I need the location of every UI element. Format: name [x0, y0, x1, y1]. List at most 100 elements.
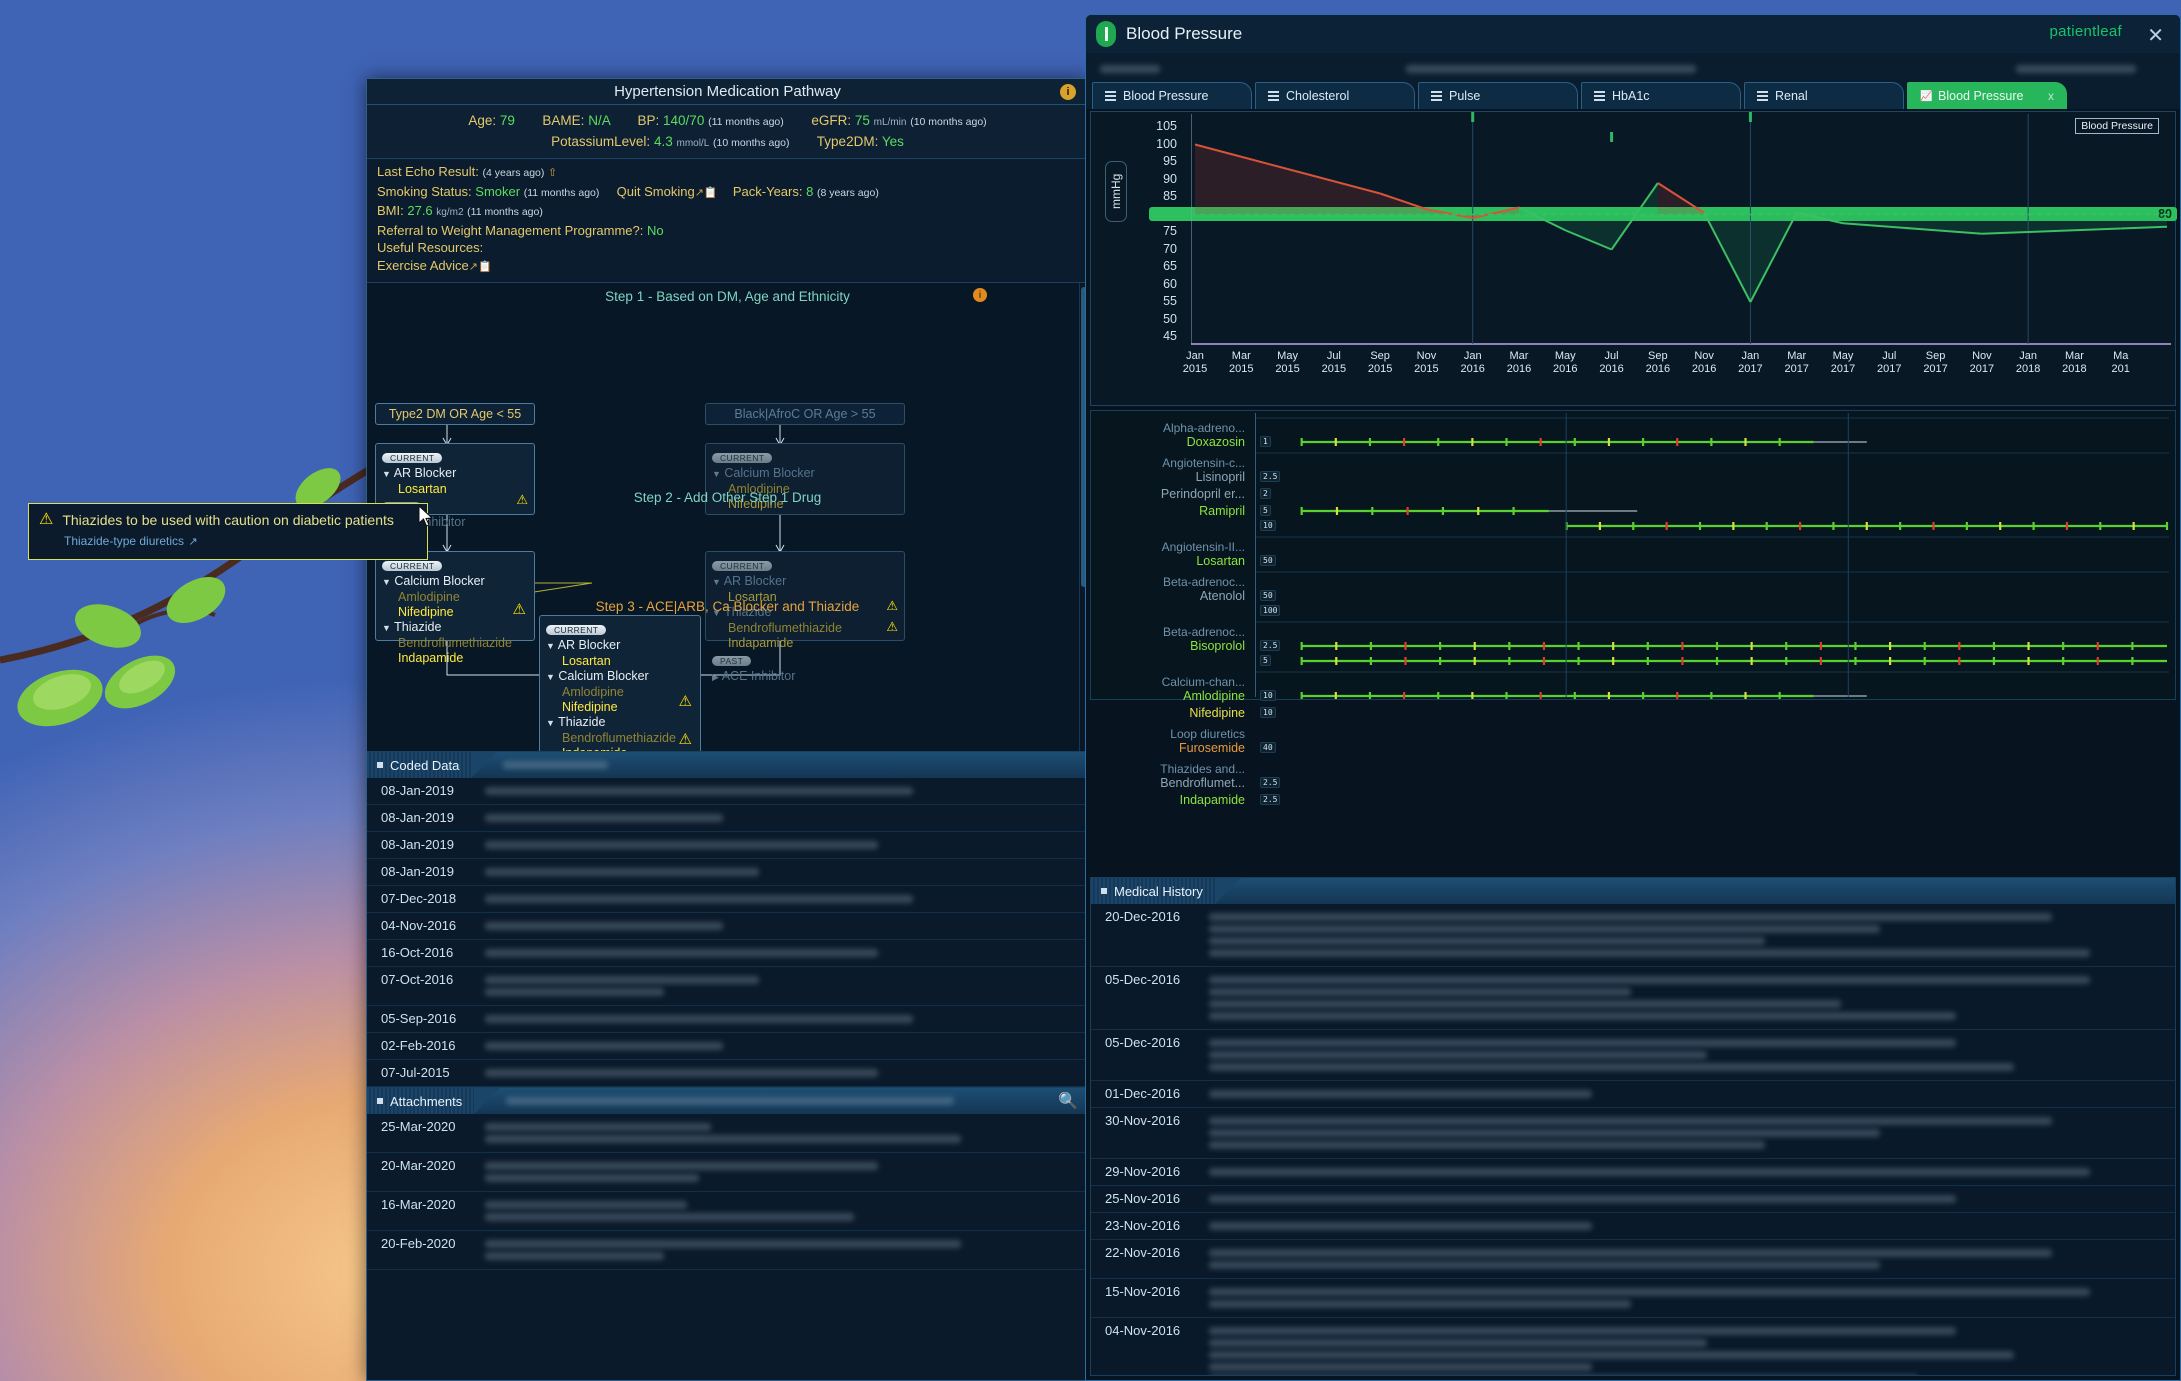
- timeline-drug-label[interactable]: Perindopril er...: [1095, 487, 1245, 501]
- medical-history-filter-input[interactable]: [1247, 882, 2169, 900]
- tab-label: Renal: [1775, 89, 1808, 103]
- list-item[interactable]: 15-Nov-2016: [1091, 1279, 2175, 1318]
- medical-history-list[interactable]: 20-Dec-201605-Dec-201605-Dec-201601-Dec-…: [1091, 904, 2175, 1375]
- condition-black-afroc-age[interactable]: Black|AfroC OR Age > 55: [705, 403, 905, 425]
- list-item[interactable]: 05-Dec-2016: [1091, 967, 2175, 1030]
- redacted-text: [485, 1174, 699, 1182]
- step1-info-icon[interactable]: i: [973, 288, 987, 302]
- drug-nifedipine[interactable]: Nifedipine: [546, 700, 694, 715]
- list-item[interactable]: 07-Jul-2015: [367, 1060, 1088, 1087]
- exercise-advice-link[interactable]: Exercise Advice: [377, 258, 469, 273]
- attachments-filter-input[interactable]: [506, 1092, 1052, 1110]
- timeline-drug-label[interactable]: Nifedipine: [1095, 706, 1245, 720]
- search-icon[interactable]: 🔍: [1058, 1091, 1078, 1111]
- timeline-drug-label[interactable]: Bendroflumet...: [1095, 776, 1245, 790]
- group-ace-inhibitor[interactable]: ▶ ACE Inhibitor: [712, 669, 898, 685]
- drug-bendroflumethiazide[interactable]: Bendroflumethiazide: [382, 636, 528, 651]
- group-thiazide[interactable]: ▼ Thiazide: [382, 620, 528, 636]
- tab-blood-pressure-5[interactable]: 📈Blood Pressurex: [1907, 82, 2067, 109]
- step3-current-medbox[interactable]: CURRENT ▼ AR Blocker Losartan ▼ Calcium …: [539, 615, 701, 751]
- group-thiazide[interactable]: ▼ Thiazide: [546, 715, 694, 731]
- list-item[interactable]: 29-Nov-2016: [1091, 1159, 2175, 1186]
- tab-cholesterol-1[interactable]: Cholesterol: [1255, 82, 1415, 109]
- medication-timeline[interactable]: Alpha-adreno...Doxazosin1Angiotensin-c..…: [1090, 410, 2176, 700]
- condition-type2dm-age[interactable]: Type2 DM OR Age < 55: [375, 403, 535, 425]
- tooltip-link[interactable]: Thiazide-type diuretics: [64, 534, 184, 548]
- tab-renal-4[interactable]: Renal: [1744, 82, 1904, 109]
- timeline-drug-label[interactable]: Furosemide: [1095, 741, 1245, 755]
- x-tick-label: Mar2016: [1496, 350, 1542, 376]
- list-item[interactable]: 16-Oct-2016: [367, 940, 1088, 967]
- list-item[interactable]: 23-Nov-2016: [1091, 1213, 2175, 1240]
- redacted-text: [485, 1201, 687, 1209]
- list-item[interactable]: 08-Jan-2019: [367, 778, 1088, 805]
- warning-icon[interactable]: ⚠: [679, 730, 692, 748]
- timeline-drug-label[interactable]: Losartan: [1095, 554, 1245, 568]
- coded-data-list[interactable]: 08-Jan-201908-Jan-201908-Jan-201908-Jan-…: [367, 778, 1088, 1087]
- timeline-drug-label[interactable]: Doxazosin: [1095, 435, 1245, 449]
- list-item[interactable]: 05-Dec-2016: [1091, 1030, 2175, 1081]
- redacted-text: [1209, 1012, 1956, 1020]
- drug-indapamide[interactable]: Indapamide: [712, 636, 898, 651]
- drug-amlodipine[interactable]: Amlodipine: [546, 685, 694, 700]
- group-calcium-blocker[interactable]: ▼ Calcium Blocker: [382, 574, 528, 590]
- list-item[interactable]: 22-Nov-2016: [1091, 1240, 2175, 1279]
- redacted-text: [485, 895, 913, 903]
- group-ar-blocker[interactable]: ▼ AR Blocker: [546, 638, 694, 654]
- list-item[interactable]: 20-Feb-2020: [367, 1231, 1088, 1270]
- attachments-list[interactable]: 25-Mar-202020-Mar-202016-Mar-202020-Feb-…: [367, 1114, 1088, 1270]
- tab-hba1c-3[interactable]: HbA1c: [1581, 82, 1741, 109]
- list-item[interactable]: 08-Jan-2019: [367, 832, 1088, 859]
- measurement-tabs[interactable]: Blood PressureCholesterolPulseHbA1c Renal…: [1086, 79, 2180, 109]
- close-tab-icon[interactable]: x: [2048, 89, 2054, 103]
- external-link-icon[interactable]: ↗: [189, 536, 198, 548]
- list-item[interactable]: 04-Nov-2016: [1091, 1318, 2175, 1375]
- list-item[interactable]: 02-Feb-2016: [367, 1033, 1088, 1060]
- external-link-icon[interactable]: ↗: [695, 187, 704, 199]
- timeline-drug-label[interactable]: Bisoprolol: [1095, 639, 1245, 653]
- list-item[interactable]: 20-Dec-2016: [1091, 904, 2175, 967]
- step2-alt-medbox[interactable]: CURRENT ▼ AR Blocker Losartan ▼ Thiazide…: [705, 551, 905, 641]
- list-item[interactable]: 07-Oct-2016: [367, 967, 1088, 1006]
- group-ar-blocker[interactable]: ▼ AR Blocker: [712, 574, 898, 590]
- tab-blood-pressure-0[interactable]: Blood Pressure: [1092, 82, 1252, 109]
- timeline-drug-label[interactable]: Lisinopril: [1095, 470, 1245, 484]
- step2-current-medbox[interactable]: CURRENT ▼ Calcium Blocker Amlodipine Nif…: [375, 551, 535, 641]
- list-item[interactable]: 07-Dec-2018: [367, 886, 1088, 913]
- list-item[interactable]: 16-Mar-2020: [367, 1192, 1088, 1231]
- timeline-drug-label[interactable]: Atenolol: [1095, 589, 1245, 603]
- timeline-dose-badge: 50: [1260, 590, 1276, 601]
- drug-indapamide[interactable]: Indapamide: [382, 651, 528, 666]
- timeline-drug-label[interactable]: Indapamide: [1095, 793, 1245, 807]
- redacted-text: [1209, 1363, 1592, 1371]
- blood-pressure-chart[interactable]: mmHg 1051009590858075706560555045 Jan201…: [1090, 111, 2176, 406]
- drug-bendroflumethiazide[interactable]: Bendroflumethiazide: [546, 731, 694, 746]
- clipboard-icon[interactable]: 📋: [478, 261, 492, 273]
- warning-icon[interactable]: ⚠: [886, 619, 898, 635]
- drug-losartan[interactable]: Losartan: [546, 654, 694, 669]
- timeline-drug-label[interactable]: Ramipril: [1095, 504, 1245, 518]
- warning-icon[interactable]: ⚠: [679, 692, 692, 710]
- list-item[interactable]: 30-Nov-2016: [1091, 1108, 2175, 1159]
- group-ar-blocker[interactable]: ▼ AR Blocker: [382, 466, 528, 482]
- upload-icon[interactable]: ⇧: [548, 167, 557, 179]
- list-item[interactable]: 08-Jan-2019: [367, 805, 1088, 832]
- tab-pulse-2[interactable]: Pulse: [1418, 82, 1578, 109]
- clipboard-icon[interactable]: 📋: [704, 187, 718, 199]
- group-calcium-blocker[interactable]: ▼ Calcium Blocker: [712, 466, 898, 482]
- external-link-icon[interactable]: ↗: [469, 261, 478, 273]
- list-item[interactable]: 08-Jan-2019: [367, 859, 1088, 886]
- list-item[interactable]: 05-Sep-2016: [367, 1006, 1088, 1033]
- list-item[interactable]: 25-Mar-2020: [367, 1114, 1088, 1153]
- list-item[interactable]: 20-Mar-2020: [367, 1153, 1088, 1192]
- timeline-drug-label[interactable]: Amlodipine: [1095, 689, 1245, 703]
- group-calcium-blocker[interactable]: ▼ Calcium Blocker: [546, 669, 694, 685]
- quit-smoking-link[interactable]: Quit Smoking: [617, 184, 695, 199]
- close-icon[interactable]: ✕: [2147, 23, 2164, 48]
- list-item[interactable]: 04-Nov-2016: [367, 913, 1088, 940]
- list-item[interactable]: 25-Nov-2016: [1091, 1186, 2175, 1213]
- coded-data-filter-input[interactable]: [503, 756, 1082, 774]
- list-item[interactable]: 01-Dec-2016: [1091, 1081, 2175, 1108]
- drug-bendroflumethiazide[interactable]: Bendroflumethiazide: [712, 621, 898, 636]
- info-icon[interactable]: i: [1060, 84, 1076, 100]
